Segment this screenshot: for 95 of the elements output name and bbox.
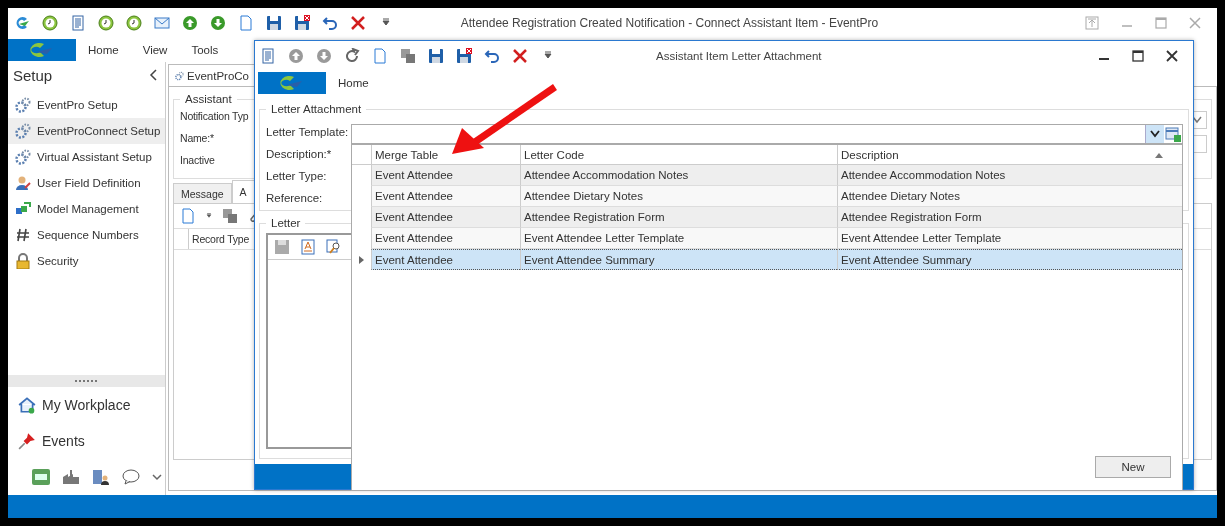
house-icon [18,396,36,414]
grip-icon [74,379,99,383]
add-record-icon[interactable] [1165,126,1181,142]
sidebar-item[interactable]: Virtual Assistant Setup [8,144,165,170]
field-label: Notification Typ [180,109,249,123]
chat-icon[interactable] [122,469,140,485]
delete-icon[interactable] [350,15,366,31]
app-logo-icon[interactable] [14,15,30,31]
building-person-icon[interactable] [92,469,110,485]
factory-icon[interactable] [62,469,80,485]
tab[interactable]: A [231,180,255,203]
cubes-icon [15,201,31,217]
table-cell[interactable]: Attendee Dietary Notes [837,186,1182,207]
maximize-icon[interactable] [1132,50,1144,62]
save-and-close-icon[interactable] [456,48,472,64]
sidebar-item[interactable]: Model Management [8,196,165,222]
save-and-close-icon[interactable] [294,15,310,31]
group-title: Assistant [184,93,233,105]
copy-icon[interactable] [400,48,416,64]
clock-icon[interactable] [42,15,58,31]
sidebar-title: Setup [13,66,53,84]
ribbon-tab[interactable]: Tools [179,44,231,56]
sidebar-item[interactable]: Security [8,248,165,274]
undo-icon[interactable] [484,48,500,64]
table-cell[interactable]: Event Attendee Letter Template [837,228,1182,249]
collapse-icon[interactable] [149,69,159,81]
table-cell[interactable]: Event Attendee [371,228,520,249]
lock-icon [15,253,31,269]
table-cell[interactable]: Attendee Registration Form [520,207,837,228]
table-cell[interactable]: Event Attendee [371,207,520,228]
search-icon[interactable] [326,239,342,255]
save-icon[interactable] [428,48,444,64]
sidebar-item[interactable]: EventPro Setup [8,92,165,118]
field-label: Name:* [180,131,214,145]
page-icon[interactable] [180,208,196,224]
restore-icon[interactable] [1085,16,1099,30]
field-label: Letter Template: [266,125,349,139]
table-cell[interactable]: Event Attendee [371,165,520,186]
gear-icon [15,97,31,113]
table-cell[interactable]: Attendee Registration Form [837,207,1182,228]
gear-icon [15,123,31,139]
bed-icon[interactable] [32,469,50,485]
hash-icon [15,227,31,243]
close-icon[interactable] [1166,50,1178,62]
table-cell[interactable]: Attendee Accommodation Notes [520,165,837,186]
pushpin-icon [18,432,36,450]
table-cell[interactable]: Event Attendee [371,249,520,270]
row-indicator-icon [359,255,364,264]
chevron-down-icon[interactable] [152,473,162,481]
dialog-title: Assistant Item Letter Attachment [655,50,823,62]
navigation-item[interactable]: Events [8,423,165,459]
sidebar-item[interactable]: Sequence Numbers [8,222,165,248]
table-cell[interactable]: Event Attendee Summary [520,249,837,270]
clock-icon[interactable] [126,15,142,31]
ribbon-tab[interactable]: Home [76,44,131,56]
save-icon[interactable] [266,15,282,31]
table-cell[interactable]: Event Attendee Summary [837,249,1182,270]
page-icon[interactable] [372,48,388,64]
sort-icon[interactable] [1154,152,1164,158]
sidebar-item[interactable]: User Field Definition [8,170,165,196]
table-cell[interactable]: Event Attendee Letter Template [520,228,837,249]
dropdown-button[interactable] [1145,125,1164,143]
window-title: Attendee Registration Created Notification - Connect Assistant Item - EventPro [459,16,880,30]
file-tab[interactable] [258,72,326,94]
group-title: Letter Attachment [270,103,363,115]
user-icon [15,175,31,191]
envelope-icon[interactable] [154,15,170,31]
column-header[interactable]: Letter Code [520,145,837,164]
sidebar-item[interactable]: EventProConnect Setup [8,118,165,144]
ribbon-tab[interactable]: Home [326,77,381,89]
field-label: Letter Type: [266,169,327,183]
field-label: Reference: [266,191,323,205]
table-cell[interactable]: Attendee Accommodation Notes [837,165,1182,186]
navigation-item[interactable]: My Workplace [8,387,165,423]
undo-icon[interactable] [322,15,338,31]
gear-icon [15,149,31,165]
table-cell[interactable]: Event Attendee [371,186,520,207]
splitter-handle[interactable] [8,375,165,387]
refresh-icon[interactable] [344,48,360,64]
tab[interactable]: Message [173,183,232,203]
field-label: Description:* [266,147,332,161]
page-icon[interactable] [238,15,254,31]
document-tab[interactable]: EventProCo [168,64,256,86]
field-label: Inactive [180,153,215,167]
delete-icon[interactable] [512,48,528,64]
font-icon[interactable] [300,239,316,255]
column-header[interactable]: Record Type [188,229,250,249]
file-tab[interactable] [8,39,76,61]
new-button[interactable]: New [1095,456,1171,478]
letter-template-field[interactable] [351,124,1183,144]
copy-icon[interactable] [222,208,238,224]
ribbon-tab[interactable]: View [130,44,180,56]
table-cell[interactable]: Attendee Dietary Notes [520,186,837,207]
group-title: Letter [270,217,302,229]
clock-icon[interactable] [98,15,114,31]
